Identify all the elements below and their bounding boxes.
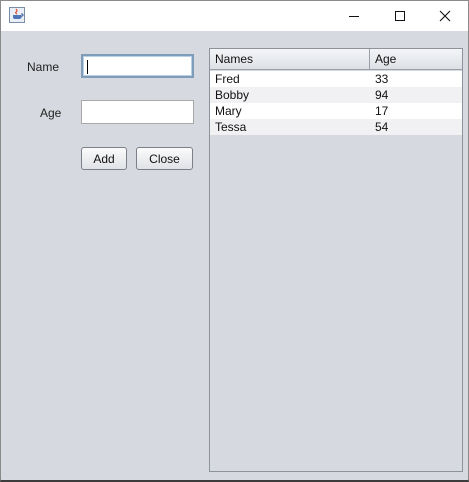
age-input[interactable] (81, 100, 194, 124)
minimize-button[interactable] (331, 1, 377, 31)
table-row[interactable]: Tessa 54 (210, 119, 462, 135)
maximize-icon (395, 11, 405, 21)
java-app-icon (9, 7, 25, 23)
cell-name[interactable]: Tessa (210, 119, 370, 135)
maximize-button[interactable] (377, 1, 423, 31)
name-input[interactable] (81, 54, 194, 78)
cell-age[interactable]: 33 (370, 71, 462, 87)
close-window-button[interactable] (422, 1, 468, 31)
table-row[interactable]: Bobby 94 (210, 87, 462, 103)
table-row[interactable]: Mary 17 (210, 103, 462, 119)
app-window: Name Age Add Close Names Age Fred 33 Bob… (0, 0, 469, 482)
cell-name[interactable]: Bobby (210, 87, 370, 103)
title-bar[interactable] (1, 1, 468, 31)
minimize-icon (349, 16, 359, 17)
column-header-age[interactable]: Age (370, 49, 462, 69)
cell-name[interactable]: Fred (210, 71, 370, 87)
table-header: Names Age (210, 49, 462, 70)
text-caret (87, 60, 88, 74)
people-table[interactable]: Names Age Fred 33 Bobby 94 Mary 17 Tessa (209, 48, 463, 472)
add-button[interactable]: Add (81, 147, 127, 170)
cell-age[interactable]: 17 (370, 103, 462, 119)
table-row[interactable]: Fred 33 (210, 71, 462, 87)
cell-age[interactable]: 54 (370, 119, 462, 135)
name-label: Name (27, 60, 60, 74)
table-body: Fred 33 Bobby 94 Mary 17 Tessa 54 (210, 71, 462, 135)
close-button[interactable]: Close (136, 147, 193, 170)
cell-name[interactable]: Mary (210, 103, 370, 119)
cell-age[interactable]: 94 (370, 87, 462, 103)
content-panel: Name Age Add Close Names Age Fred 33 Bob… (1, 31, 468, 480)
close-icon (439, 10, 451, 22)
age-label: Age (40, 106, 62, 120)
column-header-names[interactable]: Names (210, 49, 370, 69)
